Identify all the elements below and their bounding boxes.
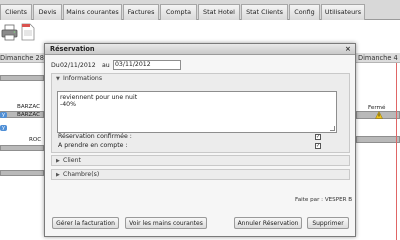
planning-booking-label[interactable]: BARZAC (17, 103, 40, 111)
tab-compta[interactable]: Compta (160, 4, 197, 20)
tab-clients[interactable]: Clients (0, 4, 32, 20)
triangle-right-icon: ▶ (56, 172, 60, 178)
triangle-right-icon: ▶ (56, 158, 60, 164)
section-client-label: Client (63, 157, 81, 164)
section-chambres-label: Chambre(s) (63, 171, 100, 178)
planning-booking-label[interactable]: BARZAC (17, 111, 40, 119)
delete-button[interactable]: Supprimer (307, 217, 349, 229)
tab-utilisateurs[interactable]: Utilisateurs (321, 4, 365, 20)
comment-textarea[interactable]: reviennent pour une nuit -40% (57, 91, 337, 133)
top-navigation: Clients Devis Mains courantes Factures C… (0, 0, 400, 20)
warning-icon (375, 111, 383, 119)
tab-config[interactable]: Config (289, 4, 320, 20)
planning-row-bar (0, 145, 44, 151)
a-prendre-en-compte-label: A prendre en compte : (58, 142, 128, 149)
document-icon[interactable] (21, 23, 35, 41)
tab-devis[interactable]: Devis (33, 4, 62, 20)
view-mains-courantes-button[interactable]: Voir les mains courantes (125, 217, 207, 229)
planning-booking-pill[interactable]: y (0, 125, 7, 131)
section-chambres[interactable]: ▶ Chambre(s) (51, 169, 350, 180)
planning-row-bar (0, 170, 44, 176)
planning-day-header-left: Dimanche 28 (0, 53, 44, 63)
dialog-title: Réservation (50, 45, 95, 53)
date-from: 02/11/2012 (60, 62, 96, 69)
date-au-label: au (102, 62, 110, 69)
reservation-confirmee-label: Réservation confirmée : (58, 133, 132, 140)
printer-icon[interactable] (1, 24, 18, 41)
date-from-label: Du (51, 62, 60, 69)
a-prendre-en-compte-checkbox[interactable]: ✓ (315, 143, 321, 149)
section-client-header[interactable]: ▶ Client (52, 156, 349, 166)
planning-day-header-right: Dimanche 4 (356, 53, 400, 63)
tab-stat-clients[interactable]: Stat Clients (241, 4, 288, 20)
planning-row-bar (0, 75, 44, 81)
date-to-field[interactable]: 03/11/2012 (113, 60, 181, 70)
reservation-confirmee-checkbox[interactable]: ✓ (315, 134, 321, 140)
planning-booking-pill[interactable]: y (0, 112, 7, 118)
tab-mains-courantes[interactable]: Mains courantes (63, 4, 122, 20)
reservation-dialog: Réservation × Du 02/11/2012 au 03/11/201… (44, 43, 356, 237)
planning-booking-label[interactable]: ROC (29, 136, 41, 144)
close-icon[interactable]: × (345, 45, 351, 54)
today-marker (396, 63, 397, 240)
section-informations-label: Informations (63, 75, 103, 82)
section-client[interactable]: ▶ Client (51, 155, 350, 166)
created-by: Faite par : VESPER B (295, 197, 353, 203)
resize-grip-icon[interactable] (330, 126, 335, 131)
tab-factures[interactable]: Factures (123, 4, 159, 20)
cancel-reservation-button[interactable]: Annuler Réservation (234, 217, 302, 229)
dialog-titlebar[interactable]: Réservation × (45, 44, 355, 55)
manage-invoicing-button[interactable]: Gérer la facturation (52, 217, 119, 229)
section-informations-header[interactable]: ▼ Informations (52, 74, 349, 84)
planning-row-bar (356, 136, 400, 143)
tab-stat-hotel[interactable]: Stat Hotel (198, 4, 240, 20)
triangle-down-icon: ▼ (56, 76, 60, 82)
section-chambres-header[interactable]: ▶ Chambre(s) (52, 170, 349, 180)
